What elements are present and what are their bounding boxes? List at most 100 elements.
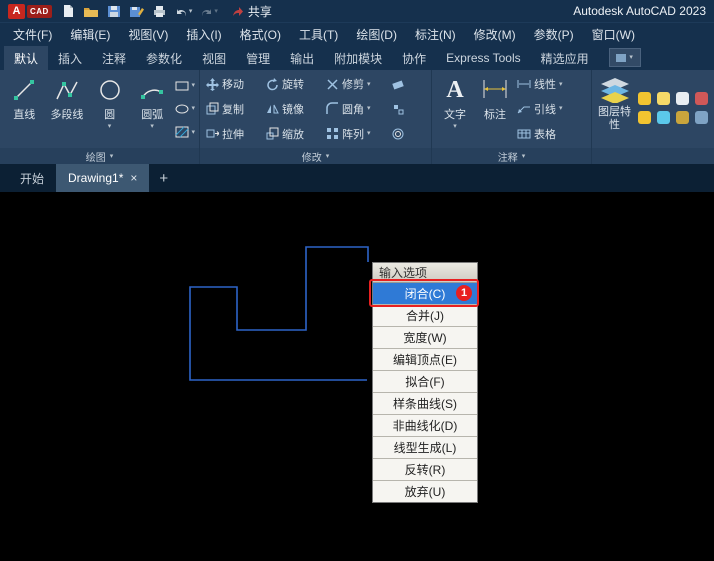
app-menu-button[interactable]: A CAD — [8, 3, 52, 19]
ribbon-tab-collaborate[interactable]: 协作 — [392, 46, 436, 70]
copy-icon — [206, 102, 219, 115]
rotate-tool-button[interactable]: 旋转 — [263, 76, 323, 92]
menu-edit[interactable]: 编辑(E) — [61, 23, 119, 46]
context-item-decurve[interactable]: 非曲线化(D) — [373, 415, 477, 437]
layer-thaw-icon[interactable] — [657, 91, 670, 105]
line-icon — [11, 75, 37, 105]
leader-button[interactable]: 引线 ▾ — [517, 101, 563, 117]
annotation-panel-footer[interactable]: 注释 ▾ — [432, 148, 591, 164]
table-button[interactable]: 表格 — [517, 126, 563, 142]
fillet-tool-button[interactable]: 圆角 ▾ — [323, 101, 389, 117]
layer-off-icon[interactable] — [695, 91, 708, 105]
text-icon: A — [446, 76, 464, 103]
menu-insert[interactable]: 插入(I) — [177, 23, 230, 46]
modify-panel-expand-icon: ▾ — [325, 152, 330, 160]
ribbon-tab-manage[interactable]: 管理 — [236, 46, 280, 70]
context-item-fit[interactable]: 拟合(F) — [373, 371, 477, 393]
menu-view[interactable]: 视图(V) — [119, 23, 177, 46]
layer-freeze-icon[interactable] — [657, 110, 670, 124]
linear-dim-button[interactable]: 线性 ▾ — [517, 76, 563, 92]
ribbon-tab-addins[interactable]: 附加模块 — [324, 46, 392, 70]
ribbon-display-dropdown[interactable]: ▾ — [608, 48, 641, 67]
copy-tool-button[interactable]: 复制 — [203, 101, 263, 117]
modify-extra-2-button[interactable] — [389, 103, 409, 115]
scale-tool-button[interactable]: 缩放 — [263, 126, 323, 142]
stretch-tool-button[interactable]: 拉伸 — [203, 126, 263, 142]
arc-label: 圆弧 — [141, 109, 164, 121]
menu-dimension[interactable]: 标注(N) — [406, 23, 465, 46]
context-item-reverse[interactable]: 反转(R) — [373, 459, 477, 481]
scale-icon — [266, 127, 279, 140]
menu-modify[interactable]: 修改(M) — [465, 23, 525, 46]
layer-isolate-icon[interactable] — [695, 110, 708, 124]
ribbon-display-icon — [616, 53, 627, 62]
mirror-tool-button[interactable]: 镜像 — [263, 101, 323, 117]
context-item-edit-vertex[interactable]: 编辑顶点(E) — [373, 349, 477, 371]
open-file-button[interactable] — [83, 5, 99, 18]
plot-button[interactable] — [152, 5, 167, 18]
draw-panel-footer[interactable]: 绘图 ▾ — [0, 148, 199, 164]
move-tool-button[interactable]: 移动 — [203, 76, 263, 92]
text-tool-button[interactable]: A 文字 ▾ — [435, 72, 475, 146]
circle-tool-button[interactable]: 圆 ▾ — [88, 72, 131, 146]
menu-window[interactable]: 窗口(W) — [583, 23, 644, 46]
trim-tool-button[interactable]: 修剪 ▾ — [323, 76, 389, 92]
line-tool-button[interactable]: 直线 — [3, 72, 46, 146]
ellipse-tool-button[interactable]: ▾ — [175, 103, 195, 115]
redo-button[interactable]: ▾ — [200, 6, 218, 17]
modify-panel-footer[interactable]: 修改 ▾ — [200, 148, 431, 164]
ribbon-tab-view[interactable]: 视图 — [192, 46, 236, 70]
arc-dropdown-icon[interactable]: ▾ — [150, 123, 154, 130]
menu-file[interactable]: 文件(F) — [4, 23, 61, 46]
hatch-tool-button[interactable]: ▾ — [175, 126, 195, 138]
context-item-undo[interactable]: 放弃(U) — [373, 481, 477, 502]
arc-tool-button[interactable]: 圆弧 ▾ — [131, 72, 174, 146]
save-as-button[interactable] — [129, 5, 144, 18]
ribbon-tab-featured-apps[interactable]: 精选应用 — [531, 46, 599, 70]
context-item-spline[interactable]: 样条曲线(S) — [373, 393, 477, 415]
start-tab[interactable]: 开始 — [8, 164, 56, 192]
undo-button[interactable]: ▾ — [175, 6, 193, 17]
menu-parametric[interactable]: 参数(P) — [525, 23, 583, 46]
ribbon-tab-annotate[interactable]: 注释 — [92, 46, 136, 70]
context-item-join[interactable]: 合并(J) — [373, 305, 477, 327]
share-button[interactable]: 共享 — [232, 3, 272, 20]
modify-extra-3-button[interactable] — [389, 128, 409, 140]
new-file-button[interactable] — [62, 4, 75, 18]
mirror-icon — [267, 105, 279, 114]
layer-bulb2-icon[interactable] — [638, 110, 651, 124]
layer-on-icon[interactable] — [638, 91, 651, 105]
save-button[interactable] — [107, 5, 121, 18]
ribbon-tab-home[interactable]: 默认 — [4, 46, 49, 70]
menu-draw[interactable]: 绘图(D) — [347, 23, 406, 46]
dimension-tool-button[interactable]: 标注 — [475, 72, 515, 146]
ribbon-tab-parametric[interactable]: 参数化 — [136, 46, 192, 70]
layer-new-icon[interactable] — [676, 91, 689, 105]
stretch-icon — [206, 129, 219, 138]
modify-extra-1-button[interactable] — [389, 78, 409, 90]
polyline-tool-button[interactable]: 多段线 — [46, 72, 89, 146]
close-tab-icon[interactable]: × — [130, 171, 137, 185]
context-item-width[interactable]: 宽度(W) — [373, 327, 477, 349]
undo-dropdown-icon[interactable]: ▾ — [189, 8, 193, 15]
new-drawing-button[interactable]: + — [149, 164, 178, 192]
draw-extra-tools: ▾ ▾ ▾ — [174, 72, 197, 146]
layers-panel-footer — [592, 148, 714, 164]
text-dropdown-icon[interactable]: ▾ — [453, 123, 457, 130]
menu-format[interactable]: 格式(O) — [231, 23, 290, 46]
menu-tools[interactable]: 工具(T) — [290, 23, 347, 46]
drawing1-tab[interactable]: Drawing1* × — [56, 164, 150, 192]
rectangle-tool-button[interactable]: ▾ — [175, 80, 195, 92]
ribbon-tab-express-tools[interactable]: Express Tools — [436, 46, 530, 70]
redo-dropdown-icon[interactable]: ▾ — [214, 8, 218, 15]
polyline-entity[interactable] — [0, 192, 714, 561]
layer-lock-icon[interactable] — [676, 110, 689, 124]
ribbon-tab-insert[interactable]: 插入 — [48, 46, 92, 70]
array-tool-button[interactable]: 阵列 ▾ — [323, 126, 389, 142]
ribbon-tab-output[interactable]: 输出 — [280, 46, 324, 70]
drawing-canvas[interactable]: 输入选项 闭合(C) 合并(J) 宽度(W) 编辑顶点(E) 拟合(F) 样条曲… — [0, 192, 714, 561]
layer-properties-button[interactable]: 图层特性 — [595, 72, 634, 146]
context-item-ltype-gen[interactable]: 线型生成(L) — [373, 437, 477, 459]
layer-state-tools — [638, 72, 711, 146]
circle-dropdown-icon[interactable]: ▾ — [108, 123, 112, 130]
